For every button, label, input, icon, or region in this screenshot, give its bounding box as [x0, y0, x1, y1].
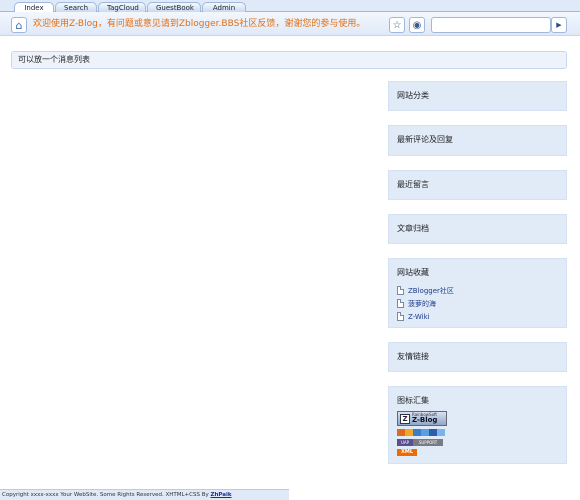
tab-guestbook[interactable]: GuestBook: [147, 2, 201, 12]
support-badge-right: SUPPORT: [413, 439, 443, 446]
xml-badge[interactable]: XML: [397, 449, 417, 456]
favorites-list: ZBlogger社区 菠萝的海 Z-Wiki: [397, 284, 558, 323]
sidebar-badges-box: 图标汇集 Z RainbowSoft Z-Blog UAP SUPPORT XM…: [388, 386, 567, 464]
zblog-badge-text: RainbowSoft Z-Blog: [412, 413, 437, 424]
footer-copyright: Copyright xxxx-xxxx Your WebSite. Some R…: [2, 492, 211, 498]
favorite-link-zwiki[interactable]: Z-Wiki: [397, 310, 558, 323]
sidebar-links-title: 友情链接: [397, 352, 429, 361]
nav-tabs: Index Search TagCloud GuestBook Admin: [14, 2, 247, 12]
sidebar-guestbook-box: 最近留言: [388, 170, 567, 200]
search-input[interactable]: [431, 17, 551, 33]
search-go-icon[interactable]: ▶: [551, 17, 567, 33]
favorite-link-zblogger[interactable]: ZBlogger社区: [397, 284, 558, 297]
header-bar: ⌂ 欢迎使用Z-Blog，有问题或意见请到Zblogger.BBS社区反馈，谢谢…: [0, 12, 580, 36]
sidebar-archive-title: 文章归档: [397, 224, 429, 233]
footer: Copyright xxxx-xxxx Your WebSite. Some R…: [0, 489, 289, 500]
sidebar-links-box: 友情链接: [388, 342, 567, 372]
top-tab-strip: Index Search TagCloud GuestBook Admin: [0, 0, 580, 12]
sidebar-archive-box: 文章归档: [388, 214, 567, 244]
favorite-link-label[interactable]: ZBlogger社区: [408, 286, 454, 296]
sidebar-favorites-title: 网站收藏: [397, 268, 429, 277]
page-icon: [397, 312, 404, 321]
sidebar-badges-title: 图标汇集: [397, 396, 429, 405]
sidebar-comments-title: 最新评论及回复: [397, 135, 453, 144]
page-icon: [397, 299, 404, 308]
star-icon[interactable]: ☆: [389, 17, 405, 33]
sidebar-comments-box: 最新评论及回复: [388, 125, 567, 156]
zblog-logo-icon: Z: [400, 413, 410, 424]
color-badge[interactable]: [397, 429, 445, 436]
rss-icon[interactable]: ◉: [409, 17, 425, 33]
favorite-link-boluo[interactable]: 菠萝的海: [397, 297, 558, 310]
zblog-badge-label: Z-Blog: [412, 416, 438, 424]
zblog-badge[interactable]: Z RainbowSoft Z-Blog: [397, 411, 447, 426]
favorite-link-label[interactable]: Z-Wiki: [408, 313, 430, 321]
welcome-message: 欢迎使用Z-Blog，有问题或意见请到Zblogger.BBS社区反馈，谢谢您的…: [33, 19, 366, 29]
support-badge[interactable]: UAP SUPPORT: [397, 439, 443, 446]
sidebar-category-title: 网站分类: [397, 91, 429, 100]
page-icon: [397, 286, 404, 295]
favorite-link-label[interactable]: 菠萝的海: [408, 299, 436, 309]
home-icon[interactable]: ⌂: [11, 17, 27, 33]
tab-search[interactable]: Search: [55, 2, 97, 12]
support-badge-left: UAP: [397, 439, 413, 446]
message-list-bar: 可以放一个消息列表: [11, 51, 567, 69]
sidebar-favorites-box: 网站收藏 ZBlogger社区 菠萝的海 Z-Wiki: [388, 258, 567, 328]
sidebar: 网站分类 最新评论及回复 最近留言 文章归档 网站收藏 ZBlogger社区 菠…: [388, 81, 567, 478]
tab-index[interactable]: Index: [14, 2, 54, 12]
badge-list: Z RainbowSoft Z-Blog UAP SUPPORT XML: [397, 411, 558, 456]
sidebar-guestbook-title: 最近留言: [397, 180, 429, 189]
footer-author-link[interactable]: ZhPaik: [211, 492, 232, 498]
sidebar-category-box: 网站分类: [388, 81, 567, 111]
tab-tagcloud[interactable]: TagCloud: [98, 2, 146, 12]
tab-admin[interactable]: Admin: [202, 2, 246, 12]
